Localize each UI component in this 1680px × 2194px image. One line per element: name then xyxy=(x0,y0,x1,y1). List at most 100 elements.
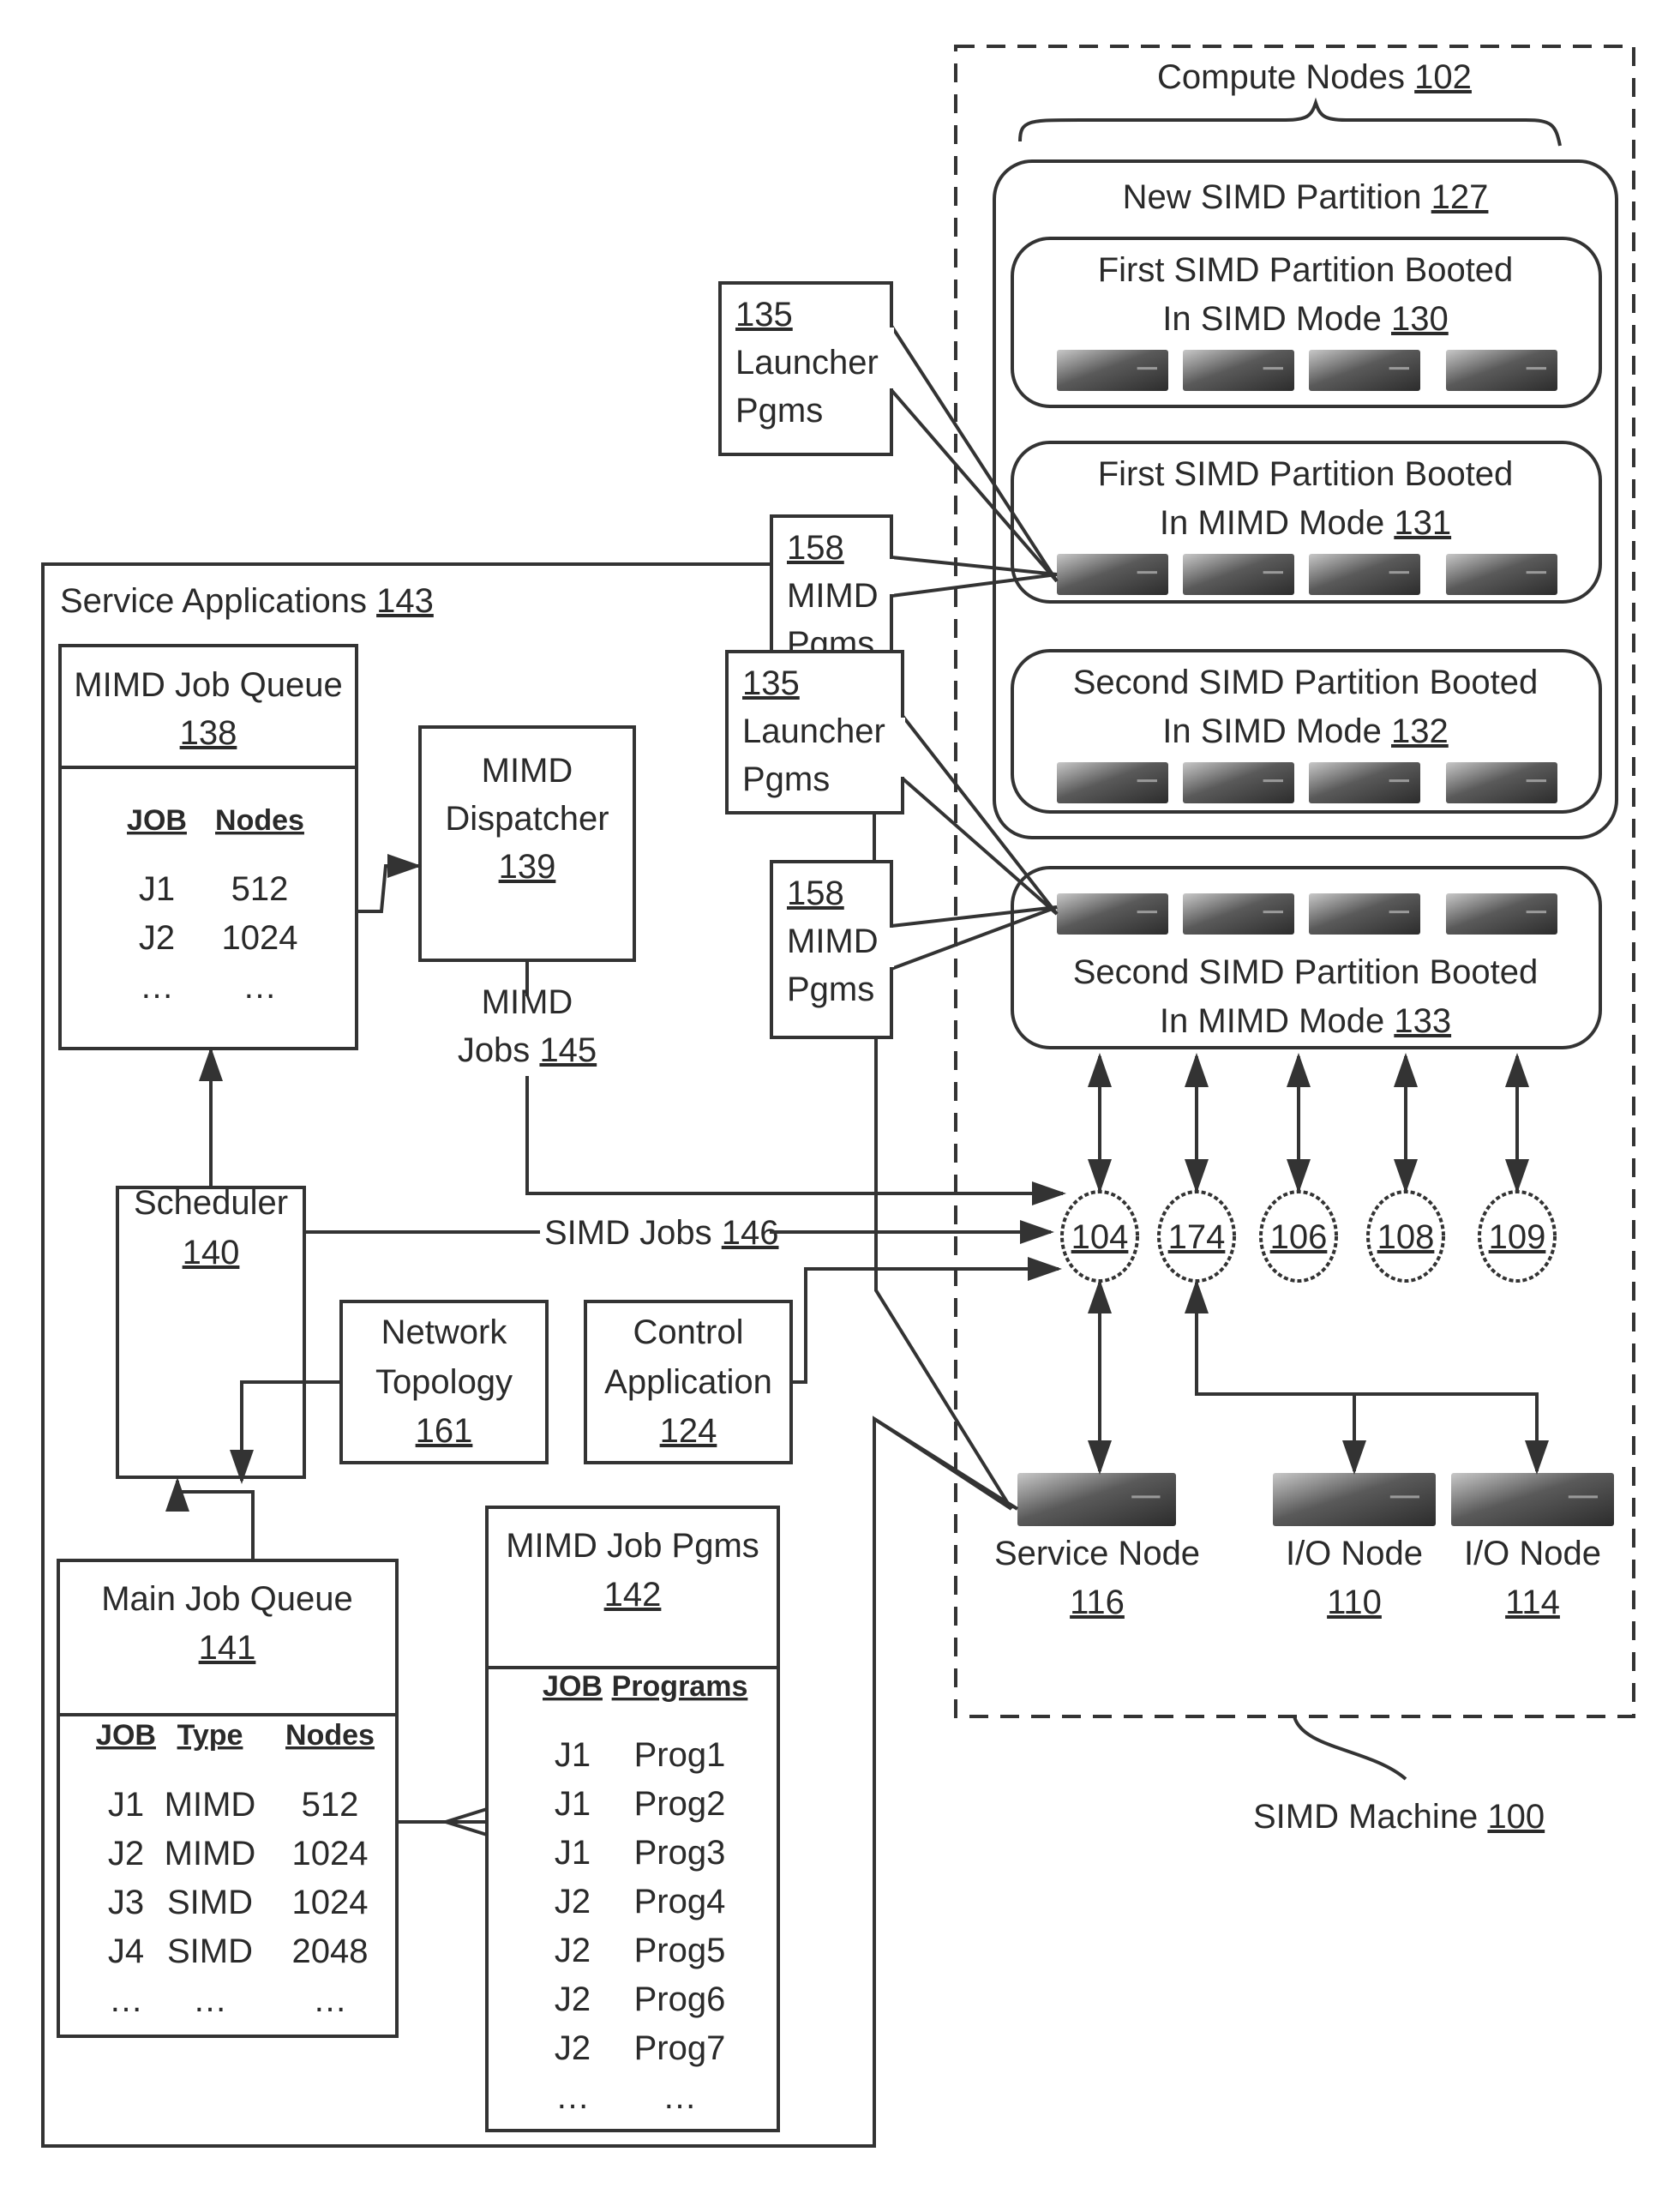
pgms-cell: Prog1 xyxy=(634,1736,726,1774)
main-queue-cell: 1024 xyxy=(292,1835,369,1872)
server-body xyxy=(1057,554,1168,595)
network-node-108: 108 xyxy=(1366,1053,1445,1283)
server-body xyxy=(1309,893,1420,935)
pgms-cell: J2 xyxy=(555,1932,591,1969)
partition-title: First SIMD Partition Booted xyxy=(1098,455,1514,493)
partition-mode-label: In SIMD Mode 130 xyxy=(1162,300,1449,338)
main-job-queue-title: Main Job Queue xyxy=(101,1580,353,1618)
pgms-cell: J1 xyxy=(555,1736,591,1774)
mimd-job-pgms-ref: 142 xyxy=(604,1576,662,1614)
compute-node-icon xyxy=(1057,893,1168,935)
network-topology-ref: 161 xyxy=(416,1412,473,1450)
mimd-queue-header: Nodes xyxy=(215,804,304,837)
pgms-cell: Prog5 xyxy=(634,1932,726,1969)
compute-node-icon xyxy=(1309,893,1420,935)
compute-node-icon xyxy=(1183,350,1294,391)
main-queue-header: Nodes xyxy=(285,1719,375,1752)
server-body xyxy=(1273,1473,1436,1526)
compute-node-icon xyxy=(1446,554,1557,595)
pgms-cell: Prog6 xyxy=(634,1981,726,2018)
network-node-104: 104 xyxy=(1060,1053,1139,1283)
mimd-queue-cell: 512 xyxy=(231,870,289,908)
service-node-ref: 116 xyxy=(1070,1584,1125,1621)
partition-title: Second SIMD Partition Booted xyxy=(1073,664,1539,701)
server-body xyxy=(1183,762,1294,803)
mimd-jobs-arrow xyxy=(525,1076,1066,1205)
dispatcher-line1: MIMD xyxy=(482,752,573,790)
network-node-label: 109 xyxy=(1489,1218,1546,1256)
dispatcher-ref: 139 xyxy=(499,848,556,886)
mimd-queue-cell: J2 xyxy=(139,919,175,957)
main-job-queue-ref: 141 xyxy=(199,1629,256,1667)
main-queue-header: Type xyxy=(177,1719,243,1752)
scheduler-ref: 140 xyxy=(183,1234,240,1271)
callout-ref: 158 xyxy=(787,529,844,567)
main-queue-cell: MIMD xyxy=(165,1835,256,1872)
control-app-ref: 124 xyxy=(660,1412,717,1450)
network-node-label: 174 xyxy=(1168,1218,1226,1256)
mimd-job-queue: MIMD Job Queue 138 JOB NodesJ1 512J2 1024…… xyxy=(58,644,358,1050)
compute-node-icon xyxy=(1309,350,1420,391)
scheduler: Scheduler xyxy=(116,1184,306,1479)
main-queue-to-scheduler-arrow xyxy=(165,1477,255,1560)
compute-node-icon xyxy=(1183,762,1294,803)
main-queue-cell: MIMD xyxy=(165,1786,256,1824)
main-queue-cell: 512 xyxy=(302,1786,359,1824)
node174-io-bus xyxy=(1185,1279,1539,1396)
network-node-label: 108 xyxy=(1377,1218,1435,1256)
compute-node-icon xyxy=(1309,554,1420,595)
pgms-cell: Prog2 xyxy=(634,1785,726,1823)
callout-line2: Pgms xyxy=(735,392,823,430)
main-queue-cell: J1 xyxy=(108,1786,144,1824)
pgms-cell: Prog4 xyxy=(634,1883,726,1921)
control-application: Control Application 124 xyxy=(584,1300,793,1464)
main-queue-cell: … xyxy=(313,1981,347,2019)
io-node-ref: 110 xyxy=(1327,1584,1382,1621)
simd-machine-diagram: SIMD Machine 100 Compute Nodes 102 New S… xyxy=(41,45,1635,2148)
pgms-row: J2 Prog6 xyxy=(555,1981,726,2018)
service-apps-to-service-node xyxy=(873,1417,1019,1511)
server-body xyxy=(1309,554,1420,595)
compute-node-icon xyxy=(1057,350,1168,391)
partition-133: Second SIMD Partition Booted In MIMD Mode… xyxy=(1011,866,1602,1049)
mimd-jobs-label: Jobs 145 xyxy=(458,1031,597,1069)
control-app-line1: Control xyxy=(633,1313,744,1351)
compute-nodes-label: Compute Nodes 102 xyxy=(1157,58,1472,96)
main-queue-cell: … xyxy=(193,1981,227,2019)
mimd-queue-cell: … xyxy=(140,968,174,1006)
partition-131: First SIMD Partition Booted In MIMD Mode … xyxy=(1011,441,1602,604)
mimd-job-pgms-title: MIMD Job Pgms xyxy=(506,1527,759,1565)
server-body xyxy=(1446,893,1557,935)
server-body xyxy=(1057,893,1168,935)
main-queue-cell: J3 xyxy=(108,1884,144,1921)
server-body xyxy=(1183,350,1294,391)
pgms-row: J1 Prog2 xyxy=(555,1785,726,1823)
io-node-label: I/O Node xyxy=(1286,1535,1423,1572)
scheduler-label: Scheduler xyxy=(134,1184,288,1222)
server-body xyxy=(1183,554,1294,595)
mimd-job-queue-title: MIMD Job Queue xyxy=(74,666,342,704)
pgms-row: J1 Prog1 xyxy=(555,1736,726,1774)
mimd-queue-cell: 1024 xyxy=(222,919,298,957)
compute-node-icon xyxy=(1183,554,1294,595)
server-body xyxy=(1183,893,1294,935)
network-node-174: 174 xyxy=(1157,1053,1236,1283)
pgms-cell: J2 xyxy=(555,1883,591,1921)
queue-to-dispatcher-arrow xyxy=(357,854,422,913)
mimd-queue-header: JOB xyxy=(127,804,187,837)
partition-132: Second SIMD Partition Booted In SIMD Mode… xyxy=(1011,649,1602,814)
server-body xyxy=(1446,762,1557,803)
pgms-row: J1 Prog3 xyxy=(555,1834,726,1872)
compute-nodes-brace xyxy=(1018,97,1562,147)
pgms-header: JOB xyxy=(543,1670,603,1703)
callout-ref: 135 xyxy=(742,664,800,702)
io-node-icon xyxy=(1451,1473,1614,1526)
control-app-line2: Application xyxy=(604,1363,772,1401)
pgms-cell: Prog7 xyxy=(634,2029,726,2067)
mimd-queue-cell: J1 xyxy=(139,870,175,908)
main-queue-cell: 1024 xyxy=(292,1884,369,1921)
callout-line2: Pgms xyxy=(742,760,830,798)
io-node-icon xyxy=(1273,1473,1436,1526)
server-body xyxy=(1309,762,1420,803)
pgms-cell: J2 xyxy=(555,2029,591,2067)
